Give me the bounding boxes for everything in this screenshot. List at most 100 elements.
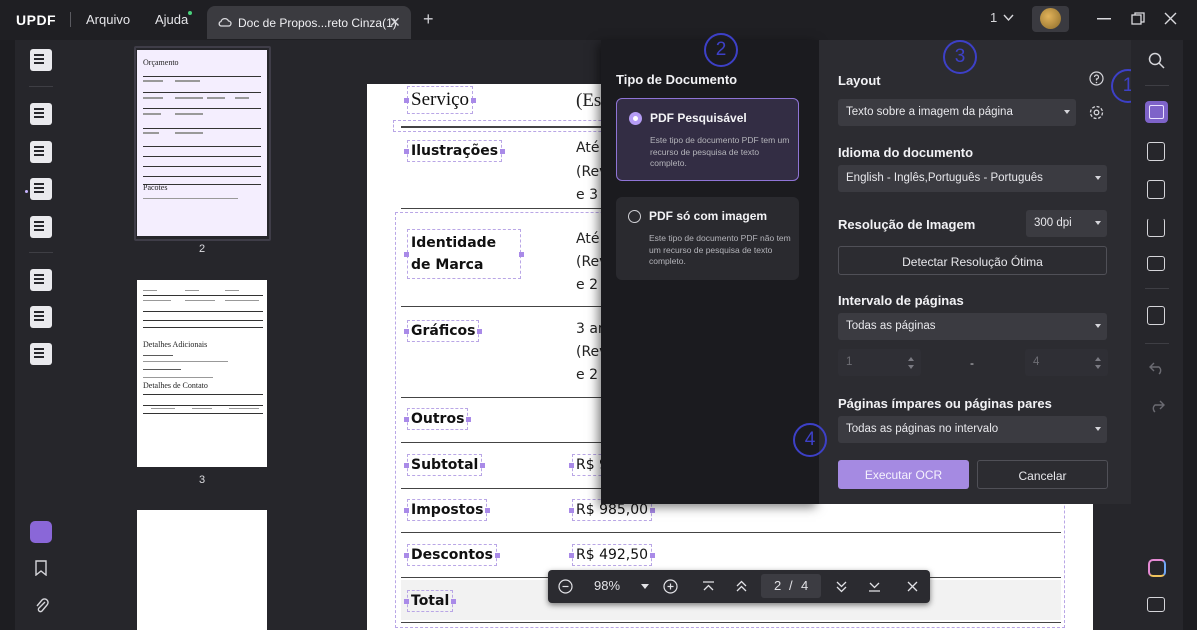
- doc-type-title: Tipo de Documento: [616, 72, 738, 87]
- page-number-field[interactable]: 2 / 4: [761, 574, 821, 598]
- divider: [1145, 85, 1169, 86]
- row-label[interactable]: Impostos: [403, 499, 491, 521]
- email-icon[interactable]: [1147, 256, 1165, 271]
- last-page-icon[interactable]: [868, 581, 881, 592]
- ocr-icon[interactable]: [1145, 101, 1168, 123]
- row-label[interactable]: Ilustrações: [403, 140, 506, 162]
- avatar[interactable]: [1032, 6, 1069, 32]
- layout-value: Texto sobre a imagem da página: [846, 106, 1013, 118]
- search-icon[interactable]: [1148, 52, 1165, 69]
- row-value[interactable]: e 3: [576, 187, 598, 203]
- table-header-cell[interactable]: (Es: [576, 90, 601, 112]
- menu-ajuda[interactable]: Ajuda: [155, 12, 188, 27]
- language-dropdown[interactable]: English - Inglês,Português - Português: [838, 165, 1107, 192]
- row-label[interactable]: Subtotal: [403, 454, 486, 476]
- undo-icon[interactable]: [1149, 362, 1165, 375]
- share-icon[interactable]: [1147, 218, 1165, 237]
- restore-icon[interactable]: [1131, 12, 1145, 25]
- tab-close-icon[interactable]: ✕: [389, 14, 401, 31]
- row-value[interactable]: e 2: [576, 277, 598, 293]
- range-dash: -: [970, 356, 974, 370]
- parity-dropdown[interactable]: Todas as páginas no intervalo: [838, 416, 1107, 443]
- help-icon[interactable]: [1089, 71, 1104, 86]
- divider: [70, 12, 71, 27]
- row-label[interactable]: Descontos: [404, 544, 500, 566]
- title-bar: UPDF Arquivo Ajuda Doc de Propos...reto …: [0, 0, 1197, 40]
- option-description: Este tipo de documento PDF tem um recurs…: [650, 135, 790, 168]
- bookmark-icon[interactable]: [35, 560, 47, 576]
- row-value[interactable]: R$ 492,50: [568, 544, 656, 566]
- thumb-heading: Orçamento: [143, 58, 179, 67]
- pages-icon[interactable]: [30, 269, 52, 291]
- detect-resolution-button[interactable]: Detectar Resolução Ótima: [838, 246, 1107, 275]
- language-value: English - Inglês,Português - Português: [846, 172, 1043, 184]
- cancel-button[interactable]: Cancelar: [977, 460, 1108, 489]
- menu-arquivo[interactable]: Arquivo: [86, 12, 130, 27]
- row-label[interactable]: Total: [403, 590, 457, 612]
- window-count[interactable]: 1: [990, 10, 997, 25]
- page-range-label: Intervalo de páginas: [838, 293, 964, 308]
- zoom-in-icon[interactable]: [663, 579, 678, 594]
- callout-marker: 3: [943, 40, 977, 74]
- table-rule: [401, 532, 1061, 533]
- row-value[interactable]: e 2: [576, 367, 598, 383]
- close-icon[interactable]: [1164, 12, 1177, 25]
- range-from-stepper[interactable]: 1: [838, 349, 921, 376]
- zoom-out-icon[interactable]: [558, 579, 573, 594]
- divider: [29, 252, 53, 253]
- page-range-value: Todas as páginas: [846, 320, 936, 332]
- attachment-icon[interactable]: [34, 597, 49, 614]
- redo-icon[interactable]: [1149, 400, 1165, 413]
- zoom-dropdown-icon[interactable]: [641, 584, 649, 589]
- settings-gear-icon[interactable]: [1088, 104, 1105, 121]
- range-to-value: 4: [1033, 356, 1040, 368]
- callout-marker: 2: [704, 33, 738, 67]
- first-page-icon[interactable]: [702, 581, 715, 592]
- row-label[interactable]: Identidade de Marca: [404, 229, 524, 279]
- updf-logo: UPDF: [16, 12, 57, 28]
- close-toolbar-icon[interactable]: [907, 581, 918, 592]
- option-searchable-pdf[interactable]: PDF Pesquisável Este tipo de documento P…: [616, 98, 799, 181]
- comment-icon[interactable]: [1147, 597, 1165, 612]
- row-value[interactable]: Até: [576, 231, 599, 247]
- next-page-icon[interactable]: [835, 580, 848, 593]
- ocr-settings-panel: Layout Texto sobre a imagem da página Id…: [819, 40, 1131, 504]
- previous-page-icon[interactable]: [735, 580, 748, 593]
- zoom-level[interactable]: 98%: [594, 578, 620, 593]
- layers-icon[interactable]: [30, 521, 52, 543]
- row-label[interactable]: Outros: [403, 408, 472, 430]
- page-range-dropdown[interactable]: Todas as páginas: [838, 313, 1107, 340]
- thumb-heading: Detalhes de Contato: [143, 381, 208, 390]
- radio-selected[interactable]: [629, 112, 642, 125]
- document-tab[interactable]: Doc de Propos...reto Cinza(1) ✕: [207, 6, 411, 39]
- thumbnail-page-3[interactable]: Detalhes Adicionais Detalhes de Contato: [137, 280, 267, 467]
- current-page[interactable]: 2: [774, 578, 781, 593]
- edit-pdf-icon[interactable]: [30, 141, 52, 163]
- form-icon[interactable]: [30, 178, 52, 200]
- thumbnail-page-4[interactable]: [137, 510, 267, 630]
- highlighter-icon[interactable]: [30, 103, 52, 125]
- ai-assistant-icon[interactable]: [1148, 559, 1166, 577]
- resolution-dropdown[interactable]: 300 dpi: [1026, 210, 1107, 237]
- thumbnail-page-2[interactable]: Orçamento Pacotes: [137, 50, 267, 236]
- save-icon[interactable]: [1147, 306, 1165, 325]
- reader-icon[interactable]: [30, 49, 52, 71]
- run-ocr-button[interactable]: Executar OCR: [838, 460, 969, 489]
- row-label[interactable]: Gráficos: [403, 320, 483, 342]
- radio-unselected[interactable]: [628, 210, 641, 223]
- range-to-stepper[interactable]: 4: [1025, 349, 1108, 376]
- layout-dropdown[interactable]: Texto sobre a imagem da página: [838, 99, 1076, 126]
- crop-icon[interactable]: [30, 306, 52, 328]
- minimize-icon[interactable]: [1097, 18, 1111, 20]
- chevron-down-icon[interactable]: [1003, 14, 1014, 22]
- convert-icon[interactable]: [1147, 142, 1165, 161]
- protect-icon[interactable]: [1147, 180, 1165, 199]
- resolution-label: Resolução de Imagem: [838, 217, 976, 232]
- row-value[interactable]: Até: [576, 140, 599, 156]
- range-from-value: 1: [846, 356, 853, 368]
- new-tab-button[interactable]: +: [423, 9, 434, 30]
- table-header-cell[interactable]: Serviço: [403, 86, 477, 114]
- organize-icon[interactable]: [30, 216, 52, 238]
- redact-icon[interactable]: [30, 343, 52, 365]
- option-image-only-pdf[interactable]: PDF só com imagem Este tipo de documento…: [616, 197, 799, 280]
